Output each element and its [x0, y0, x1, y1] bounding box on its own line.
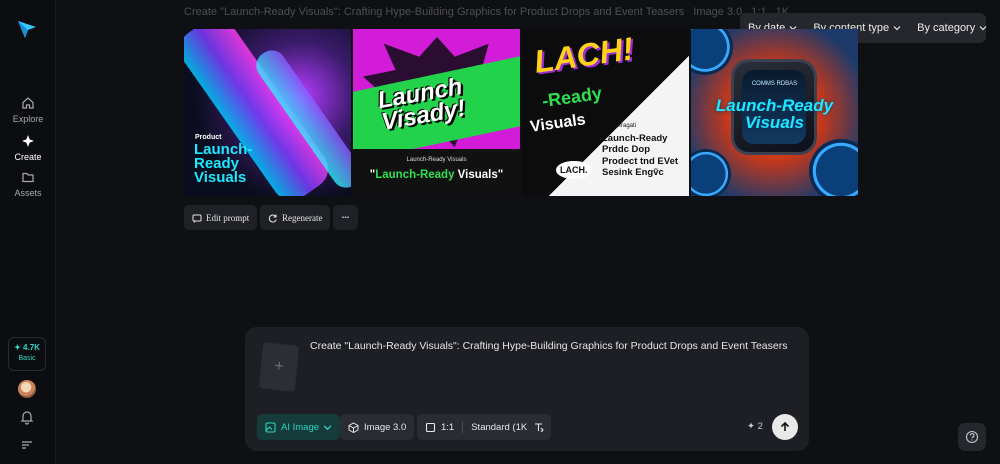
bell-icon[interactable]: [19, 409, 35, 425]
menu-icon[interactable]: [19, 437, 35, 453]
generation-count[interactable]: ✦ 2: [747, 421, 763, 432]
home-icon: [22, 97, 34, 109]
edit-icon: [192, 214, 202, 223]
chevron-down-icon: [323, 424, 332, 430]
app-root: Explore Create Assets ✦ 4.7K Basic Creat…: [0, 0, 1000, 464]
image-text-headline: Launch-Ready Visuals: [194, 141, 253, 186]
image-text-small: Product: [195, 134, 222, 141]
refresh-icon: [268, 214, 277, 222]
prompt-input[interactable]: Create "Launch-Ready Visuals": Crafting …: [310, 340, 787, 352]
generated-image-1[interactable]: Product Launch-Ready Visuals: [184, 29, 351, 196]
generated-image-4[interactable]: COMMS RDBAS Launch-Ready Visuals: [691, 29, 858, 196]
image-text-block: Creticeragati Launch-Ready Prddc Dop Pro…: [602, 123, 679, 178]
chevron-down-icon: [979, 26, 987, 31]
text-format-button[interactable]: [527, 414, 551, 440]
image-decoration: [691, 149, 731, 196]
more-options-button[interactable]: ...: [333, 205, 358, 230]
image-icon: [265, 421, 276, 433]
image-text-small: Launch-Ready Visuals: [406, 157, 467, 163]
generated-image-2[interactable]: Launch Visady! Launch-Ready Visuals "Lau…: [353, 29, 520, 196]
image-text-sub: -Ready: [540, 82, 604, 112]
credits-amount: ✦ 4.7K: [14, 343, 40, 352]
image-text-headline: LACH!: [531, 30, 636, 80]
aspect-ratio-icon: [425, 422, 436, 432]
prompt-composer: + Create "Launch-Ready Visuals": Craftin…: [245, 327, 809, 451]
help-icon: [965, 430, 979, 444]
image-decoration: [691, 29, 733, 75]
filter-by-category[interactable]: By category: [917, 22, 987, 34]
image-text-caption: "Launch-Ready Visuals": [369, 169, 504, 181]
text-format-icon: [535, 423, 544, 433]
sidebar-item-assets[interactable]: Assets: [0, 170, 56, 198]
cube-icon: [348, 421, 359, 433]
model-select[interactable]: Image 3.0: [340, 414, 415, 440]
chevron-down-icon: [893, 26, 901, 31]
divider: [462, 421, 464, 433]
sidebar-item-label: Create: [14, 152, 42, 162]
help-button[interactable]: [958, 423, 986, 451]
send-button[interactable]: [772, 414, 798, 440]
folder-icon: [22, 172, 34, 183]
credits-badge[interactable]: ✦ 4.7K Basic: [8, 337, 46, 371]
image-logo: LACH.: [556, 161, 592, 179]
image-decoration: [809, 139, 858, 196]
image-text-headline: Launch-Ready Visuals: [715, 96, 834, 132]
sparkle-icon: [22, 135, 34, 147]
sidebar-item-label: Explore: [12, 114, 44, 124]
image-text-sub: Visuals: [529, 111, 587, 136]
sidebar-item-create[interactable]: Create: [0, 134, 56, 162]
upload-reference-button[interactable]: +: [258, 342, 300, 392]
plus-icon: +: [273, 357, 285, 376]
mode-select-ai-image[interactable]: AI Image: [257, 414, 341, 440]
sidebar: Explore Create Assets ✦ 4.7K Basic: [0, 0, 56, 464]
prompt-text: Create "Launch-Ready Visuals": Crafting …: [184, 6, 685, 18]
sidebar-item-explore[interactable]: Explore: [0, 96, 56, 124]
edit-prompt-button[interactable]: Edit prompt: [184, 205, 258, 230]
plan-label: Basic: [18, 355, 36, 362]
arrow-up-icon: [780, 421, 790, 431]
regenerate-button[interactable]: Regenerate: [260, 205, 331, 230]
result-prompt-title: Create "Launch-Ready Visuals": Crafting …: [184, 6, 789, 18]
model-meta: Image 3.0: [693, 6, 743, 18]
logo-icon[interactable]: [16, 18, 38, 40]
ratio-quality-select[interactable]: 1:1 Standard (1K): [417, 414, 539, 440]
avatar[interactable]: [18, 380, 36, 398]
image-text-small: COMMS RDBAS: [751, 81, 798, 87]
sidebar-item-label: Assets: [14, 188, 42, 198]
generated-image-3[interactable]: LACH! -Ready Visuals Creticeragati Launc…: [522, 29, 689, 196]
more-icon: ...: [341, 210, 350, 220]
